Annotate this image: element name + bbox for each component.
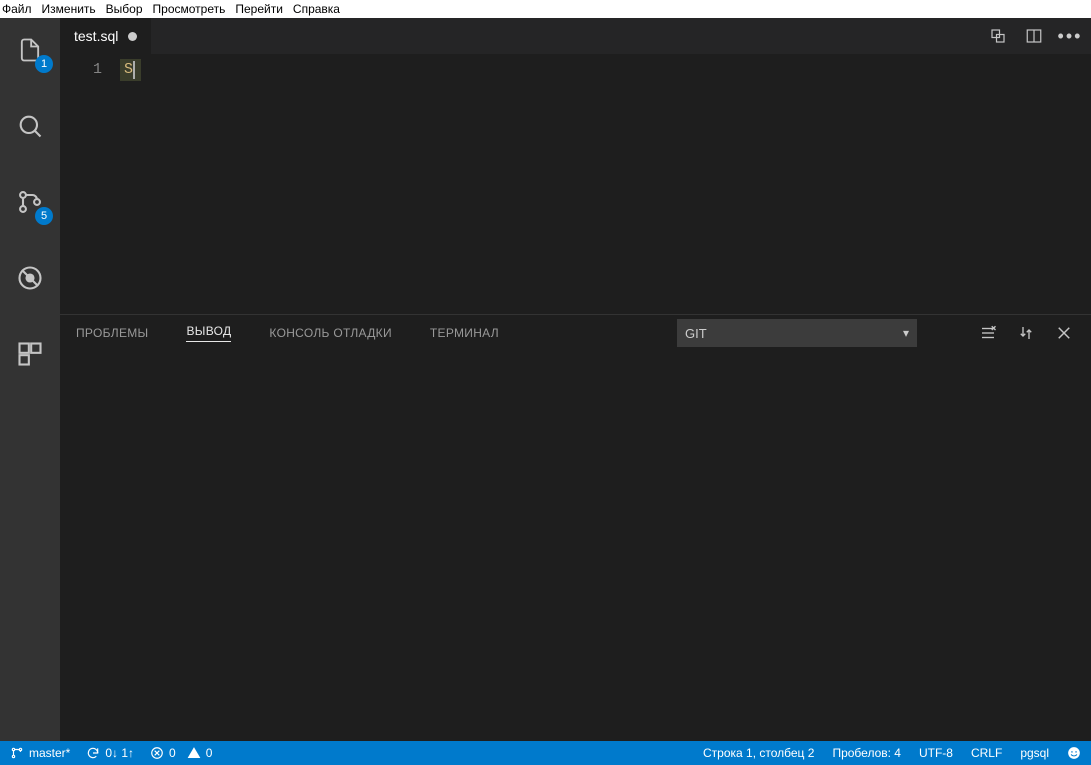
menubar: Файл Изменить Выбор Просмотреть Перейти …: [0, 0, 1091, 18]
scm-badge: 5: [35, 207, 53, 225]
editor-tabbar: test.sql •••: [60, 18, 1091, 54]
status-indentation[interactable]: Пробелов: 4: [832, 746, 901, 760]
output-channel-value: GIT: [685, 326, 707, 341]
menu-go[interactable]: Перейти: [235, 2, 283, 16]
workbench: 1 5 test.sq: [0, 18, 1091, 741]
split-icon: [1025, 27, 1043, 45]
menu-help[interactable]: Справка: [293, 2, 340, 16]
panel-tab-output[interactable]: ВЫВОД: [186, 324, 231, 342]
search-icon: [16, 112, 44, 140]
clear-icon: [979, 324, 997, 342]
activitybar: 1 5: [0, 18, 60, 741]
editor-tab[interactable]: test.sql: [60, 18, 151, 54]
output-channel-select[interactable]: GIT: [677, 319, 917, 347]
activitybar-explorer[interactable]: 1: [10, 30, 50, 70]
compare-changes-button[interactable]: [987, 25, 1009, 47]
menu-selection[interactable]: Выбор: [106, 2, 143, 16]
close-panel-button[interactable]: [1053, 322, 1075, 344]
compare-icon: [989, 27, 1007, 45]
panel-header: ПРОБЛЕМЫ ВЫВОД КОНСОЛЬ ОТЛАДКИ ТЕРМИНАЛ …: [60, 315, 1091, 351]
status-encoding[interactable]: UTF-8: [919, 746, 953, 760]
statusbar: master* 0↓ 1↑ 0 0 Строка 1, столбец 2 Пр…: [0, 741, 1091, 765]
error-icon: [150, 746, 164, 760]
ellipsis-icon: •••: [1058, 26, 1083, 47]
extensions-icon: [16, 340, 44, 368]
statusbar-right: Строка 1, столбец 2 Пробелов: 4 UTF-8 CR…: [703, 746, 1081, 760]
panel-tab-problems[interactable]: ПРОБЛЕМЫ: [76, 326, 148, 340]
panel-tab-debug-console[interactable]: КОНСОЛЬ ОТЛАДКИ: [269, 326, 391, 340]
sync-text: 0↓ 1↑: [105, 746, 134, 760]
status-language[interactable]: pgsql: [1020, 746, 1049, 760]
activitybar-scm[interactable]: 5: [10, 182, 50, 222]
panel-tab-terminal[interactable]: ТЕРМИНАЛ: [430, 326, 499, 340]
lock-scroll-button[interactable]: [1015, 322, 1037, 344]
code-line[interactable]: S: [120, 59, 141, 81]
menu-view[interactable]: Просмотреть: [153, 2, 226, 16]
dirty-indicator-icon: [128, 32, 137, 41]
main-area: test.sql •••: [60, 18, 1091, 741]
status-cursor-position[interactable]: Строка 1, столбец 2: [703, 746, 814, 760]
error-count: 0: [169, 746, 176, 760]
status-errors[interactable]: 0 0: [150, 746, 212, 760]
status-eol[interactable]: CRLF: [971, 746, 1002, 760]
status-feedback[interactable]: [1067, 746, 1081, 760]
status-branch[interactable]: master*: [10, 746, 70, 760]
line-number: 1: [60, 59, 102, 81]
warning-count: 0: [206, 746, 213, 760]
code-text: S: [124, 59, 133, 81]
bottom-panel: ПРОБЛЕМЫ ВЫВОД КОНСОЛЬ ОТЛАДКИ ТЕРМИНАЛ …: [60, 314, 1091, 741]
split-editor-button[interactable]: [1023, 25, 1045, 47]
editor-content[interactable]: S: [120, 54, 1091, 314]
editor-gutter: 1: [60, 54, 120, 314]
editor[interactable]: 1 S: [60, 54, 1091, 314]
activitybar-search[interactable]: [10, 106, 50, 146]
editor-cursor-icon: [133, 61, 135, 79]
statusbar-left: master* 0↓ 1↑ 0 0: [10, 746, 212, 760]
more-actions-button[interactable]: •••: [1059, 25, 1081, 47]
sync-icon: [86, 746, 100, 760]
activitybar-debug[interactable]: [10, 258, 50, 298]
activitybar-extensions[interactable]: [10, 334, 50, 374]
branch-icon: [10, 746, 24, 760]
panel-actions: [977, 322, 1075, 344]
explorer-badge: 1: [35, 55, 53, 73]
debug-icon: [16, 264, 44, 292]
warning-icon: [187, 746, 201, 760]
clear-output-button[interactable]: [977, 322, 999, 344]
smiley-icon: [1067, 746, 1081, 760]
status-sync[interactable]: 0↓ 1↑: [86, 746, 134, 760]
output-body[interactable]: [60, 351, 1091, 741]
close-icon: [1055, 324, 1073, 342]
branch-name: master*: [29, 746, 70, 760]
tab-filename: test.sql: [74, 28, 118, 44]
lock-icon: [1017, 324, 1035, 342]
menu-edit[interactable]: Изменить: [42, 2, 96, 16]
tab-actions: •••: [987, 18, 1091, 54]
menu-file[interactable]: Файл: [2, 2, 32, 16]
